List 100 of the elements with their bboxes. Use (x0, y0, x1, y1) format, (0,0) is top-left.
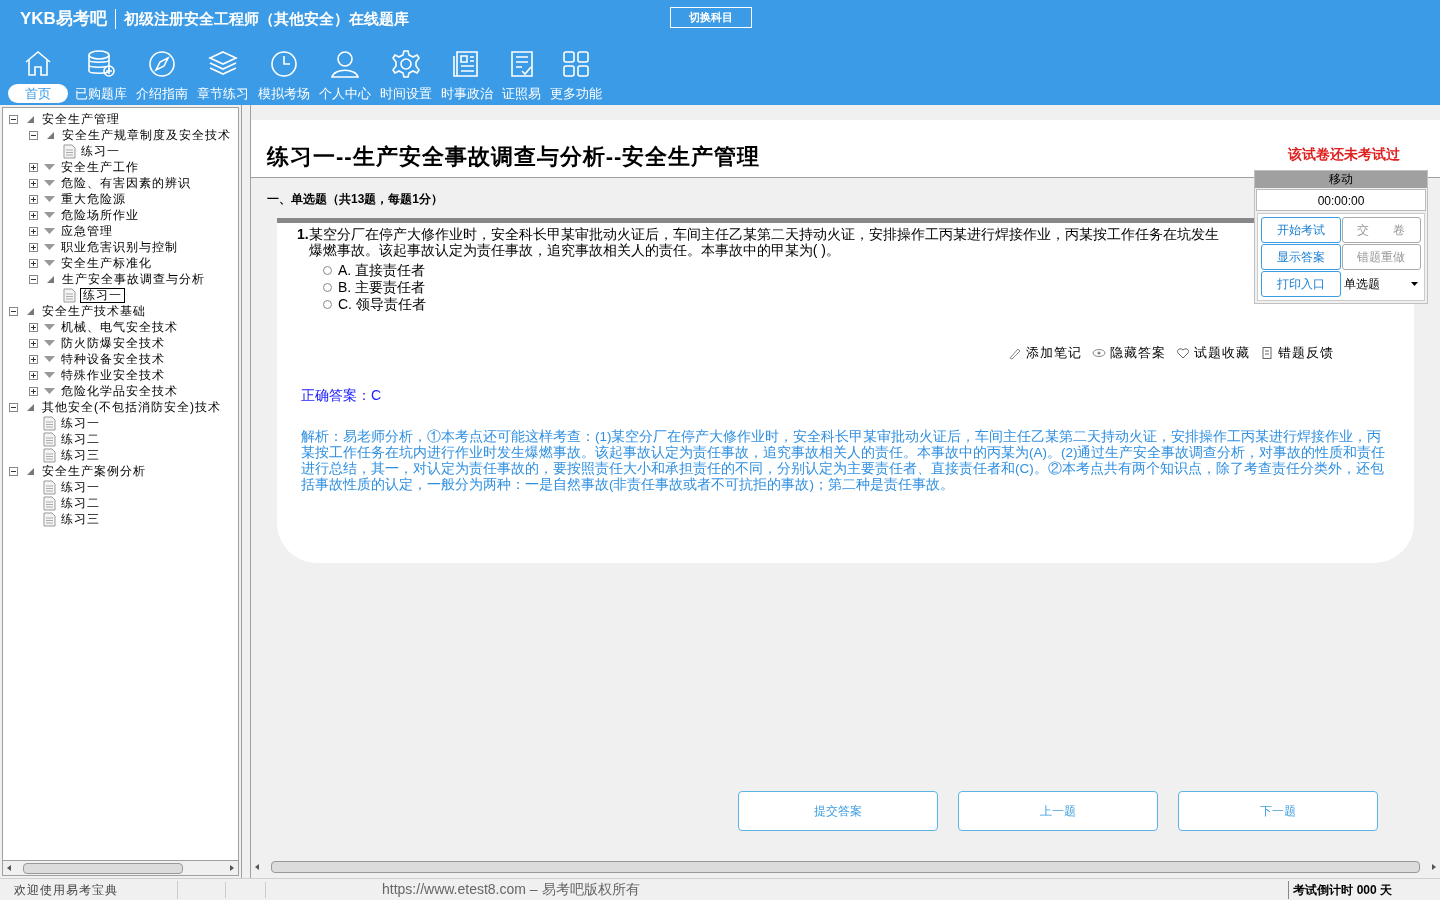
report-icon (1260, 345, 1274, 360)
tree-node[interactable]: 特种设备安全技术 (61, 350, 165, 368)
tree-node[interactable]: 应急管理 (61, 222, 113, 240)
document-icon (43, 511, 56, 527)
tree-node[interactable]: 重大危险源 (61, 190, 126, 208)
collapsed-arrow-icon (44, 195, 55, 203)
correct-answer: 正确答案：C (301, 386, 382, 403)
tree-node[interactable]: 生产安全事故调查与分析 (62, 270, 205, 288)
expanded-arrow-icon (26, 306, 35, 316)
collapsed-arrow-icon (44, 227, 55, 235)
status-welcome: 欢迎使用易考宝典 (0, 880, 178, 899)
document-icon (63, 143, 76, 159)
expanded-arrow-icon (26, 402, 35, 412)
tree-node[interactable]: 安全生产工作 (61, 158, 139, 176)
tree-leaf[interactable]: 练习三 (60, 446, 101, 464)
tree-node[interactable]: 危险、有害因素的辨识 (61, 174, 191, 192)
question-number: 1. (297, 226, 309, 243)
document-icon (43, 431, 56, 447)
caret-icon (1411, 282, 1418, 286)
expand-toggle-icon[interactable] (29, 210, 38, 220)
collapsed-arrow-icon (44, 371, 55, 379)
expand-toggle-icon[interactable] (29, 386, 38, 396)
timer-display: 00:00:00 (1256, 189, 1426, 211)
document-icon (43, 415, 56, 431)
collapse-toggle-icon[interactable] (9, 402, 18, 412)
radio-button[interactable] (323, 300, 332, 309)
person-icon (329, 48, 361, 80)
expanded-arrow-icon (26, 466, 35, 476)
tree-leaf[interactable]: 练习一 (80, 287, 125, 303)
expanded-arrow-icon (46, 274, 55, 284)
question-text: 某空分厂在停产大修作业时，安全科长甲某审批动火证后，车间主任乙某第二天持动火证，安排操作工丙某进行焊接作业，丙某按工作任务在坑发生爆燃事故。该起事故认定为责任事故，追究事故相关人的责任。本事故中的甲某为( )。 (308, 226, 1220, 258)
tree-leaf[interactable]: 练习二 (60, 494, 101, 512)
tree-leaf[interactable]: 练习一 (60, 478, 101, 496)
collapse-toggle-icon[interactable] (29, 130, 38, 140)
horizontal-scrollbar[interactable] (2, 861, 239, 876)
expand-toggle-icon[interactable] (29, 178, 38, 188)
collapsed-arrow-icon (44, 323, 55, 331)
expanded-arrow-icon (46, 130, 55, 140)
expand-toggle-icon[interactable] (29, 226, 38, 236)
collapsed-arrow-icon (44, 211, 55, 219)
tool-link[interactable]: 添加笔记 (1026, 343, 1082, 363)
panel-drag-handle[interactable]: 移动 (1255, 171, 1427, 188)
collapsed-arrow-icon (44, 243, 55, 251)
panel-button[interactable]: 显示答案 (1261, 244, 1341, 270)
collapse-toggle-icon[interactable] (29, 274, 38, 284)
tool-link[interactable]: 隐藏答案 (1110, 343, 1166, 363)
expand-toggle-icon[interactable] (29, 370, 38, 380)
tree-node[interactable]: 特殊作业安全技术 (61, 366, 165, 384)
expand-toggle-icon[interactable] (29, 242, 38, 252)
expand-toggle-icon[interactable] (29, 338, 38, 348)
compass-icon (146, 48, 178, 80)
exam-title: 练习一--生产安全事故调查与分析--安全生产管理 (267, 143, 761, 171)
tree-leaf[interactable]: 练习一 (80, 142, 121, 160)
collapsed-arrow-icon (44, 387, 55, 395)
collapse-toggle-icon[interactable] (9, 306, 18, 316)
tree-leaf[interactable]: 练习一 (60, 414, 101, 432)
database-icon (85, 48, 117, 80)
document-icon (43, 479, 56, 495)
exam-countdown: 考试倒计时 000 天 (1288, 880, 1440, 899)
tree-node[interactable]: 危险场所作业 (61, 206, 139, 224)
tree-node[interactable]: 职业危害识别与控制 (61, 238, 178, 256)
tree-node[interactable]: 机械、电气安全技术 (61, 318, 178, 336)
collapse-toggle-icon[interactable] (9, 466, 18, 476)
panel-button[interactable]: 开始考试 (1261, 217, 1341, 243)
expand-toggle-icon[interactable] (29, 258, 38, 268)
radio-button[interactable] (323, 266, 332, 275)
collapse-toggle-icon[interactable] (9, 114, 18, 124)
tree-node[interactable]: 安全生产案例分析 (42, 462, 146, 480)
radio-button[interactable] (323, 283, 332, 292)
expand-toggle-icon[interactable] (29, 162, 38, 172)
collapsed-arrow-icon (44, 179, 55, 187)
tool-link[interactable]: 试题收藏 (1194, 343, 1250, 363)
settings-icon (390, 48, 422, 80)
expand-toggle-icon[interactable] (29, 354, 38, 364)
tree-node[interactable]: 安全生产规章制度及安全技术 (62, 126, 231, 144)
tree-node[interactable]: 防火防爆安全技术 (61, 334, 165, 352)
document-icon (63, 287, 76, 303)
section-heading: 一、单选题（共13题，每题1分） (267, 192, 444, 206)
app-title: 初级注册安全工程师（其他安全）在线题库 (123, 8, 409, 29)
tool-link[interactable]: 错题反馈 (1278, 343, 1334, 363)
heart-icon (1176, 345, 1190, 360)
tree-node[interactable]: 安全生产管理 (42, 110, 120, 128)
collapsed-arrow-icon (44, 355, 55, 363)
tree-leaf[interactable]: 练习二 (60, 430, 101, 448)
expanded-arrow-icon (26, 114, 35, 124)
app-logo: YKB易考吧 (20, 8, 107, 31)
panel-button[interactable]: 打印入口 (1261, 271, 1341, 297)
tree-node[interactable]: 其他安全(不包括消防安全)技术 (42, 398, 221, 416)
tree-node[interactable]: 安全生产技术基础 (42, 302, 146, 320)
clock-icon (268, 48, 300, 80)
copyright-text: https://www.etest8.com – 易考吧版权所有 (381, 880, 641, 899)
collapsed-arrow-icon (44, 339, 55, 347)
exam-status: 该试卷还未考试过 (1288, 145, 1400, 164)
tree-node[interactable]: 危险化学品安全技术 (61, 382, 178, 400)
tree-node[interactable]: 安全生产标准化 (61, 254, 152, 272)
collapsed-arrow-icon (44, 259, 55, 267)
expand-toggle-icon[interactable] (29, 194, 38, 204)
grid-icon (560, 48, 592, 80)
tree-leaf[interactable]: 练习三 (60, 510, 101, 528)
expand-toggle-icon[interactable] (29, 322, 38, 332)
